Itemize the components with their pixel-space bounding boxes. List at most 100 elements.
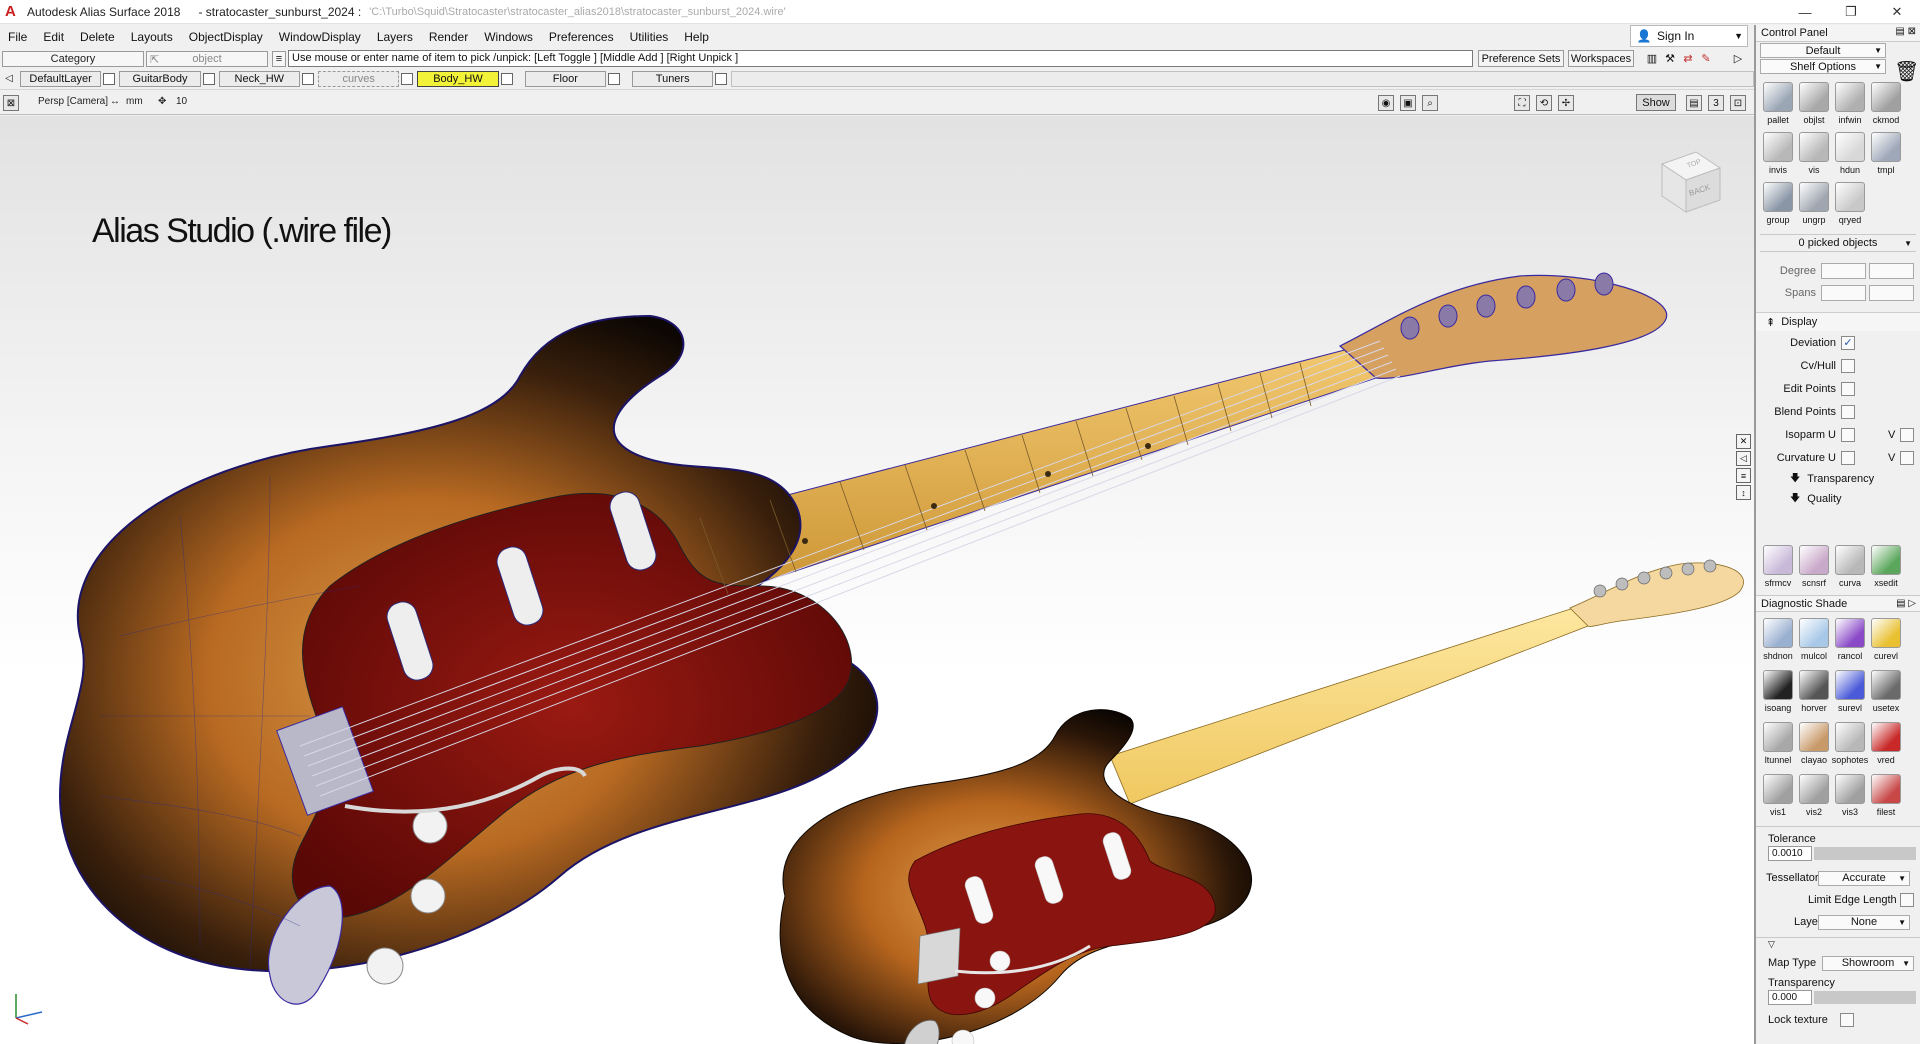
menu-edit[interactable]: Edit xyxy=(35,30,72,44)
restore-button[interactable]: ❐ xyxy=(1828,0,1874,24)
display-option-checkbox[interactable] xyxy=(1841,404,1855,419)
spans-u-field[interactable] xyxy=(1821,285,1866,301)
transparency-bar[interactable] xyxy=(1814,991,1916,1004)
menu-preferences[interactable]: Preferences xyxy=(541,30,622,44)
diag-vis1-button[interactable]: vis1 xyxy=(1760,772,1796,820)
sign-in-button[interactable]: 👤 Sign In ▼ xyxy=(1630,25,1748,47)
menu-windows[interactable]: Windows xyxy=(476,30,541,44)
close-view-icon[interactable]: ✕ xyxy=(1736,434,1751,449)
shelf-scnsrf-button[interactable]: scnsrf xyxy=(1796,543,1832,591)
diag-sophotes-button[interactable]: sophotes xyxy=(1832,720,1868,768)
layer-scroll-left-icon[interactable]: ◁ xyxy=(2,71,16,87)
limit-edge-checkbox[interactable] xyxy=(1900,893,1914,907)
layer-neck-hw[interactable]: Neck_HW xyxy=(218,70,301,87)
diag-ltunnel-button[interactable]: ltunnel xyxy=(1760,720,1796,768)
display-option-checkbox[interactable] xyxy=(1841,358,1855,373)
shelf-options-dropdown[interactable]: Shelf Options ▼ xyxy=(1760,59,1886,74)
display-option-checkbox[interactable] xyxy=(1841,381,1855,396)
diag-rancol-button[interactable]: rancol xyxy=(1832,616,1868,664)
workspace-toggle-icon[interactable]: ⇄ xyxy=(1680,50,1696,67)
shelf-sfrmcv-button[interactable]: sfrmcv xyxy=(1760,543,1796,591)
layer-curves[interactable]: curves xyxy=(317,70,400,87)
category-dropdown[interactable]: Category xyxy=(2,51,144,67)
preference-sets-button[interactable]: Preference Sets xyxy=(1478,50,1564,67)
diag-shdnon-button[interactable]: shdnon xyxy=(1760,616,1796,664)
menu-file[interactable]: File xyxy=(0,30,35,44)
layer-neck-hw-checkbox[interactable] xyxy=(302,72,314,85)
map-type-dropdown[interactable]: Showroom ▼ xyxy=(1822,955,1914,971)
display-option-v-checkbox[interactable] xyxy=(1900,450,1914,465)
transparency-subsection[interactable]: 🡇 Transparency xyxy=(1756,469,1920,489)
preset-dropdown[interactable]: Default ▼ xyxy=(1760,43,1886,58)
transparency-slider[interactable]: 0.000 xyxy=(1768,990,1916,1005)
layer-floor-checkbox[interactable] xyxy=(608,72,620,85)
menu-layouts[interactable]: Layouts xyxy=(123,30,181,44)
shelf-xsedit-button[interactable]: xsedit xyxy=(1868,543,1904,591)
prompt-line[interactable]: Use mouse or enter name of item to pick … xyxy=(288,50,1473,67)
workspaces-button[interactable]: Workspaces xyxy=(1568,50,1634,67)
layer-tuners[interactable]: Tuners xyxy=(631,70,714,87)
lock-texture-checkbox[interactable] xyxy=(1840,1013,1854,1027)
spans-v-field[interactable] xyxy=(1869,285,1914,301)
shelf-infwin-button[interactable]: infwin xyxy=(1832,80,1868,128)
degree-u-field[interactable] xyxy=(1821,263,1866,279)
diag-filest-button[interactable]: filest xyxy=(1868,772,1904,820)
picked-objects-dropdown[interactable]: 0 picked objects ▼ xyxy=(1760,234,1916,252)
degree-v-field[interactable] xyxy=(1869,263,1914,279)
menu-objectdisplay[interactable]: ObjectDisplay xyxy=(181,30,271,44)
fit-icon[interactable]: ⛶ xyxy=(1514,95,1530,111)
menu-render[interactable]: Render xyxy=(421,30,476,44)
menu-layers[interactable]: Layers xyxy=(369,30,421,44)
display-option-checkbox[interactable]: ✓ xyxy=(1841,335,1855,350)
panel-close-icon[interactable]: ▤ ⊠ xyxy=(1895,26,1916,37)
shelf-ungrp-button[interactable]: ungrp xyxy=(1796,180,1832,228)
tolerance-input[interactable]: 0.0010 xyxy=(1768,846,1812,861)
maximize-viewport-icon[interactable]: ⊡ xyxy=(1730,95,1746,111)
layer-tuners-checkbox[interactable] xyxy=(715,72,728,85)
shelf-curva-button[interactable]: curva xyxy=(1832,543,1868,591)
layer-body-hw[interactable]: Body_HW xyxy=(417,70,499,87)
prompt-history-icon[interactable]: ≡ xyxy=(272,51,286,67)
quality-subsection[interactable]: 🡇 Quality xyxy=(1756,489,1920,509)
shelf-tmpl-button[interactable]: tmpl xyxy=(1868,130,1904,178)
shelf-group-button[interactable]: group xyxy=(1760,180,1796,228)
layer-curves-checkbox[interactable] xyxy=(401,72,414,85)
diag-vis2-button[interactable]: vis2 xyxy=(1796,772,1832,820)
layer-defaultlayer[interactable]: DefaultLayer xyxy=(19,70,102,87)
menu-utilities[interactable]: Utilities xyxy=(622,30,677,44)
view-list-icon[interactable]: ≡ xyxy=(1736,468,1751,483)
show-button[interactable]: Show xyxy=(1636,94,1676,111)
viewcube[interactable]: BACK TOP xyxy=(1652,146,1722,216)
collapse-view-icon[interactable]: ◁ xyxy=(1736,451,1751,466)
shelf-ckmod-button[interactable]: ckmod xyxy=(1868,80,1904,128)
zoom-icon[interactable]: ⌕ xyxy=(1422,95,1438,111)
tessellator-dropdown[interactable]: Accurate ▼ xyxy=(1818,870,1910,886)
diagnostic-menu-icon[interactable]: ▤ ▷ xyxy=(1896,598,1916,609)
diag-clayao-button[interactable]: clayao xyxy=(1796,720,1832,768)
menu-windowdisplay[interactable]: WindowDisplay xyxy=(271,30,369,44)
track-icon[interactable]: ✢ xyxy=(1558,95,1574,111)
layer-guitarbody-checkbox[interactable] xyxy=(202,72,215,85)
object-pick-field[interactable]: ⇱ object xyxy=(146,51,268,67)
shelf-vis-button[interactable]: vis xyxy=(1796,130,1832,178)
layer-floor[interactable]: Floor xyxy=(524,70,607,87)
display-option-checkbox[interactable] xyxy=(1841,427,1855,442)
viewport-number-icon[interactable]: 3 xyxy=(1708,95,1724,111)
chevron-down-icon[interactable]: ▽ xyxy=(1756,939,1920,950)
diag-usetex-button[interactable]: usetex xyxy=(1868,668,1904,716)
diag-horver-button[interactable]: horver xyxy=(1796,668,1832,716)
snapshot-icon[interactable]: ▣ xyxy=(1400,95,1416,111)
diag-curevl-button[interactable]: curevl xyxy=(1868,616,1904,664)
layer-guitarbody[interactable]: GuitarBody xyxy=(119,70,201,87)
camera-icon[interactable]: ◉ xyxy=(1378,95,1394,111)
layer-defaultlayer-checkbox[interactable] xyxy=(103,72,116,85)
display-option-checkbox[interactable] xyxy=(1841,450,1855,465)
tolerance-bar[interactable] xyxy=(1814,847,1916,860)
shelf-objlst-button[interactable]: objlst xyxy=(1796,80,1832,128)
layer-dropdown[interactable]: None ▼ xyxy=(1818,914,1910,930)
diag-isoang-button[interactable]: isoang xyxy=(1760,668,1796,716)
diag-surevl-button[interactable]: surevl xyxy=(1832,668,1868,716)
shelf-qryed-button[interactable]: qryed xyxy=(1832,180,1868,228)
workspace-pin-icon[interactable]: ✎ xyxy=(1698,50,1714,67)
diag-mulcol-button[interactable]: mulcol xyxy=(1796,616,1832,664)
